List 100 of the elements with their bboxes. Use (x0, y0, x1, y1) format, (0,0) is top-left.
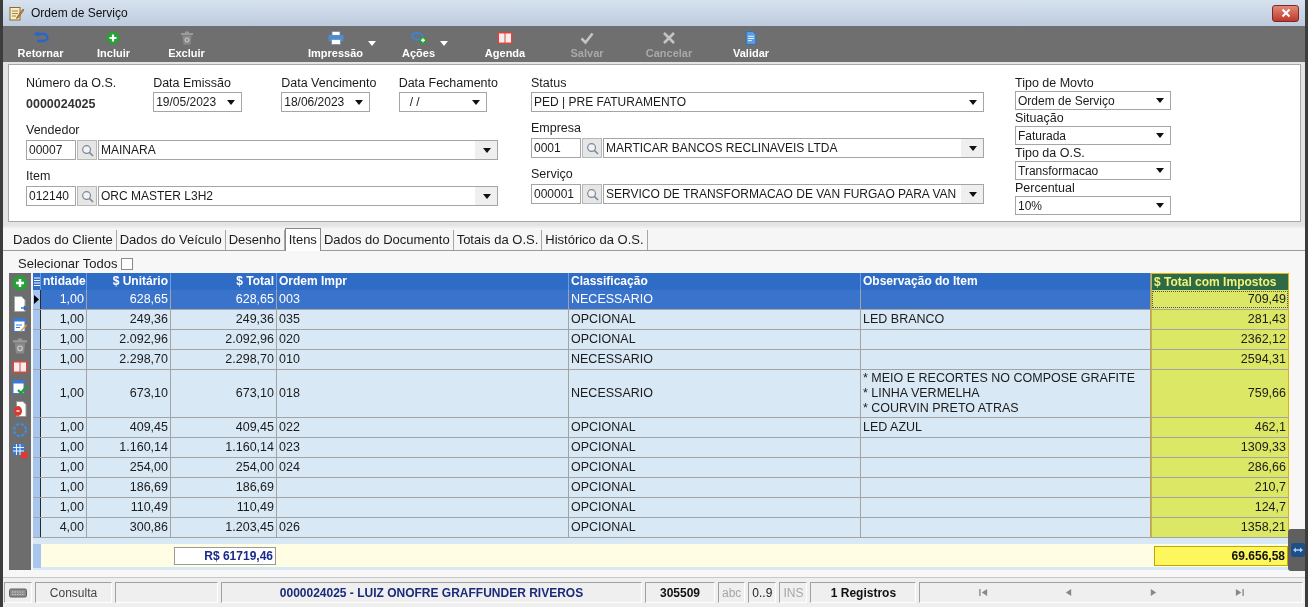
toolbar-button[interactable]: Ações (384, 26, 463, 62)
table-cell: 186,69 (171, 478, 277, 497)
table-cell: 2362,12 (1151, 330, 1289, 349)
row-selector[interactable] (33, 418, 41, 437)
table-cell: 709,49 (1151, 290, 1289, 309)
column-header[interactable]: $ Total com Impostos (1151, 273, 1289, 290)
table-row[interactable]: 1,00 673,10 673,10 018 NECESSARIO * MEIO E RECORTES NO COMPOSE GRAFITE * LINHA VERMELHA * COURVIN PRETO ATRAS 759,66 (33, 370, 1289, 418)
dropdown-field[interactable]: 18/06/2023 (281, 92, 371, 112)
table-cell: 010 (277, 350, 569, 369)
last-record-icon[interactable] (1234, 588, 1244, 597)
toolbar-button[interactable]: Incluir (77, 26, 150, 62)
book-icon (497, 30, 514, 45)
toolbar-button[interactable]: Impressão (300, 26, 381, 62)
dropdown-field[interactable]: MAINARA (98, 140, 498, 160)
table-cell: 020 (277, 330, 569, 349)
dotted-ring-icon[interactable] (12, 422, 28, 438)
dropdown-field[interactable]: Ordem de Serviço (1015, 91, 1171, 110)
table-cell: 254,00 (171, 458, 277, 477)
toolbar-button[interactable]: Validar (712, 26, 791, 62)
table-cell: 1,00 (41, 290, 87, 309)
footer-indicator (33, 544, 41, 568)
tab[interactable]: Itens (284, 228, 321, 251)
toolbar-button[interactable]: Retornar (4, 26, 77, 62)
table-cell: 1309,33 (1151, 438, 1289, 457)
code-field[interactable]: 012140 (26, 186, 76, 206)
dropdown-field[interactable]: SERVICO DE TRANSFORMACAO DE VAN FURGAO PARA VAN (603, 184, 984, 204)
tab[interactable]: Histórico da O.S. (542, 230, 648, 250)
table-row[interactable]: 1,00 409,45 409,45 022 OPCIONAL LED AZUL 462,1 (33, 418, 1289, 438)
caret-icon (355, 99, 364, 105)
dropdown-field[interactable]: ORC MASTER L3H2 (98, 186, 498, 206)
table-cell: 1.203,45 (171, 518, 277, 537)
toolbar-button[interactable]: Excluir (150, 26, 223, 62)
checked-document-icon[interactable] (12, 380, 28, 396)
row-selector[interactable] (33, 310, 41, 329)
dropdown-field[interactable]: Faturada (1015, 126, 1171, 145)
close-button[interactable] (1272, 4, 1299, 22)
table-row[interactable]: 1,00 254,00 254,00 024 OPCIONAL 286,66 (33, 458, 1289, 478)
tab[interactable]: Totais da O.S. (453, 230, 543, 250)
row-selector[interactable] (33, 290, 41, 309)
table-row[interactable]: 4,00 300,86 1.203,45 026 OPCIONAL 1358,21 (33, 518, 1289, 538)
field-label: Data Vencimento (281, 76, 378, 91)
plus-icon[interactable] (12, 275, 28, 291)
table-row[interactable]: 1,00 110,49 110,49 OPCIONAL 124,7 (33, 498, 1289, 518)
code-field[interactable]: 0001 (531, 138, 581, 158)
field-label: Percentual (1015, 181, 1076, 196)
table-row[interactable]: 1,00 628,65 628,65 003 NECESSARIO 709,49 (33, 290, 1289, 310)
table-cell: 018 (277, 370, 569, 417)
dropdown-field[interactable]: MARTICAR BANCOS RECLINAVEIS LTDA (603, 138, 984, 158)
table-row[interactable]: 1,00 2.298,70 2.298,70 010 NECESSARIO 2594,31 (33, 350, 1289, 370)
tab[interactable]: Desenho (225, 230, 285, 250)
table-row[interactable]: 1,00 186,69 186,69 OPCIONAL 210,7 (33, 478, 1289, 498)
code-field[interactable]: 00007 (26, 140, 76, 160)
table-cell: 409,45 (171, 418, 277, 437)
table-cell: 1358,21 (1151, 518, 1289, 537)
row-selector[interactable] (33, 478, 41, 497)
book-icon[interactable] (12, 359, 28, 375)
tab[interactable]: Dados do Veículo (116, 230, 226, 250)
table-cell: 4,00 (41, 518, 87, 537)
dropdown-field[interactable]: 19/05/2023 (153, 92, 243, 112)
table-row[interactable]: 1,00 2.092,96 2.092,96 020 OPCIONAL 2362,12 (33, 330, 1289, 350)
first-record-icon[interactable] (978, 588, 988, 597)
search-button[interactable] (77, 140, 97, 160)
trash-icon[interactable] (12, 338, 28, 354)
row-selector[interactable] (33, 458, 41, 477)
code-field[interactable]: 000001 (531, 184, 581, 204)
table-cell: 1,00 (41, 498, 87, 517)
status-indicator: abc (718, 582, 746, 603)
row-selector[interactable] (33, 438, 41, 457)
document-arrow-icon[interactable] (12, 296, 28, 312)
collapse-button[interactable] (1288, 529, 1305, 571)
tab[interactable]: Dados do Cliente (10, 230, 117, 250)
row-selector[interactable] (33, 518, 41, 537)
next-record-icon[interactable] (1149, 588, 1159, 597)
table-icon[interactable] (12, 443, 28, 459)
dropdown-field[interactable]: 10% (1015, 196, 1171, 215)
dropdown-field[interactable]: PED | PRE FATURAMENTO (531, 92, 984, 112)
checkbox[interactable] (120, 257, 133, 270)
table-cell: 249,36 (87, 310, 171, 329)
search-button[interactable] (582, 138, 602, 158)
document-seal-icon[interactable] (12, 401, 28, 417)
table-cell: 2.092,96 (171, 330, 277, 349)
dropdown-field[interactable]: / / (398, 92, 487, 112)
table-row[interactable]: 1,00 249,36 249,36 035 OPCIONAL LED BRANCO 281,43 (33, 310, 1289, 330)
previous-record-icon[interactable] (1063, 588, 1073, 597)
tab[interactable]: Dados do Documento (320, 230, 454, 250)
checkbox-label: Selecionar Todos (18, 256, 118, 271)
dropdown-field[interactable]: Transformacao (1015, 161, 1171, 180)
field-label: Item (26, 169, 52, 184)
search-button[interactable] (77, 186, 97, 206)
search-button[interactable] (582, 184, 602, 204)
column-menu-button[interactable] (33, 273, 41, 290)
table-row[interactable]: 1,00 1.160,14 1.160,14 023 OPCIONAL 1309,33 (33, 438, 1289, 458)
row-selector[interactable] (33, 350, 41, 369)
document-icon (743, 30, 759, 45)
toolbar-button[interactable]: Agenda (466, 26, 545, 62)
row-selector[interactable] (33, 498, 41, 517)
row-selector[interactable] (33, 330, 41, 349)
caret-icon (368, 40, 377, 46)
row-selector[interactable] (33, 370, 41, 417)
edit-document-icon[interactable] (12, 317, 28, 333)
